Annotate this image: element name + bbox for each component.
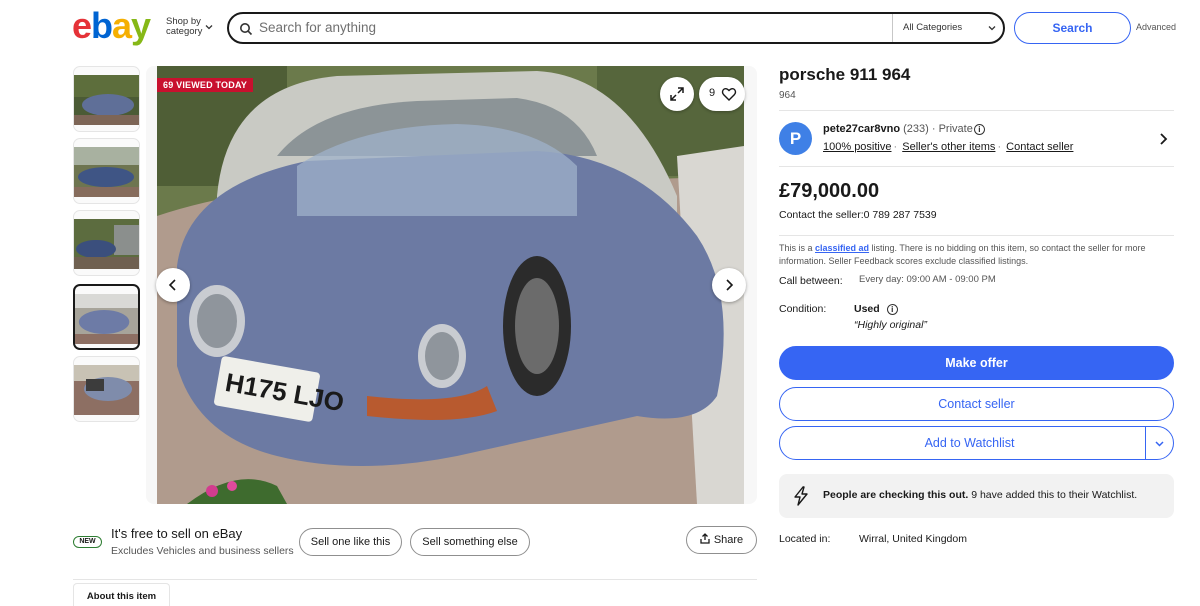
seller-positive-link[interactable]: 100% positive (823, 141, 892, 153)
car-photo-thumb (74, 75, 139, 125)
seller-phone: Contact the seller:0 789 287 7539 (779, 209, 937, 221)
advanced-search-link[interactable]: Advanced (1136, 22, 1176, 32)
divider (779, 110, 1174, 111)
chevron-right-icon[interactable] (1157, 132, 1169, 146)
watchers-notice: People are checking this out. 9 have add… (779, 474, 1174, 518)
search-bar: Search for anything All Categories (227, 12, 1005, 44)
svg-text:b: b (91, 8, 113, 46)
ebay-logo[interactable]: e b a y (72, 8, 158, 46)
add-to-watchlist-label: Add to Watchlist (924, 436, 1015, 450)
main-image-gallery[interactable]: H175 LJO (146, 66, 757, 504)
chevron-down-icon (988, 26, 996, 31)
chevron-left-icon (168, 279, 176, 291)
add-to-watchlist-button[interactable]: Add to Watchlist (779, 426, 1174, 460)
svg-text:a: a (112, 8, 133, 46)
share-button[interactable]: Share (686, 526, 757, 554)
svg-text:y: y (131, 8, 151, 46)
shop-by-line2: category (166, 26, 203, 37)
svg-text:e: e (72, 8, 91, 46)
condition-value-row: Used i (854, 303, 898, 315)
condition-value: Used (854, 303, 880, 315)
chevron-down-icon[interactable] (1154, 438, 1165, 449)
seller-feedback-count[interactable]: (233) (903, 123, 929, 135)
sell-exclusions: Excludes Vehicles and business sellers (111, 545, 294, 557)
listing-subtitle: 964 (779, 90, 796, 101)
search-button[interactable]: Search (1014, 12, 1131, 44)
located-in-value: Wirral, United Kingdom (859, 533, 967, 545)
make-offer-button[interactable]: Make offer (779, 346, 1174, 380)
thumbnail-5[interactable] (73, 356, 140, 422)
category-select[interactable]: All Categories (903, 22, 962, 33)
tab-about-this-item[interactable]: About this item (73, 583, 170, 606)
chevron-right-icon (726, 279, 734, 291)
share-label: Share (713, 534, 744, 546)
contact-seller-button[interactable]: Contact seller (779, 387, 1174, 421)
expand-icon (670, 87, 684, 101)
seller-other-items-link[interactable]: Seller's other items (902, 141, 995, 153)
seller-username[interactable]: pete27car8vno (823, 123, 900, 135)
divider (73, 579, 757, 580)
thumbnail-2[interactable] (73, 138, 140, 204)
thumbnail-1[interactable] (73, 66, 140, 132)
located-in-label: Located in: (779, 533, 831, 545)
watchers-count-text: 9 have added this to their Watchlist. (968, 489, 1138, 501)
divider (779, 166, 1174, 167)
button-divider (1145, 427, 1146, 459)
search-input[interactable]: Search for anything (259, 20, 376, 35)
search-divider (892, 14, 893, 42)
car-photo-thumb (74, 147, 139, 197)
sell-one-like-this-button[interactable]: Sell one like this (299, 528, 402, 556)
seller-avatar[interactable]: P (779, 122, 812, 155)
call-between-value: Every day: 09:00 AM - 09:00 PM (859, 274, 996, 285)
classified-ad-notice: This is a classified ad listing. There i… (779, 242, 1174, 268)
condition-description: “Highly original” (854, 319, 927, 331)
watch-count: 9 (709, 87, 716, 99)
sell-free-headline: It's free to sell on eBay (111, 526, 243, 541)
car-photo-thumb (74, 219, 139, 269)
seller-info: pete27car8vno (233) · Private i (823, 123, 985, 135)
car-photo: H175 LJO (157, 66, 744, 504)
price: £79,000.00 (779, 180, 880, 202)
expand-image-button[interactable] (660, 77, 694, 111)
call-between-label: Call between: (779, 275, 843, 287)
info-icon[interactable]: i (886, 304, 898, 315)
classified-ad-link[interactable]: classified ad (815, 243, 869, 253)
next-image-button[interactable] (712, 268, 746, 302)
new-badge: NEW (73, 536, 102, 548)
sell-something-else-button[interactable]: Sell something else (410, 528, 530, 556)
heart-icon (721, 88, 737, 101)
search-icon (240, 23, 253, 36)
car-photo-thumb (74, 365, 139, 415)
listing-title: porsche 911 964 (779, 65, 911, 84)
viewed-today-badge: 69 VIEWED TODAY (157, 78, 254, 92)
watch-heart-button[interactable]: 9 (699, 77, 745, 111)
info-icon[interactable]: i (973, 124, 985, 135)
chevron-down-icon (205, 25, 213, 30)
watchers-bold-text: People are checking this out. (823, 489, 969, 501)
previous-image-button[interactable] (156, 268, 190, 302)
lightning-icon (794, 486, 808, 506)
classified-text-pre: This is a (779, 243, 816, 253)
divider (779, 235, 1174, 236)
contact-seller-link[interactable]: Contact seller (1006, 141, 1073, 153)
thumbnail-4[interactable] (73, 284, 140, 350)
condition-label: Condition: (779, 303, 827, 315)
car-photo-thumb (75, 294, 138, 344)
share-icon (700, 533, 710, 544)
seller-type: Private (938, 123, 973, 135)
thumbnail-3[interactable] (73, 210, 140, 276)
shop-by-category[interactable]: Shop by category (166, 17, 213, 37)
seller-links: 100% positive · Seller's other items · Con… (823, 141, 1074, 153)
